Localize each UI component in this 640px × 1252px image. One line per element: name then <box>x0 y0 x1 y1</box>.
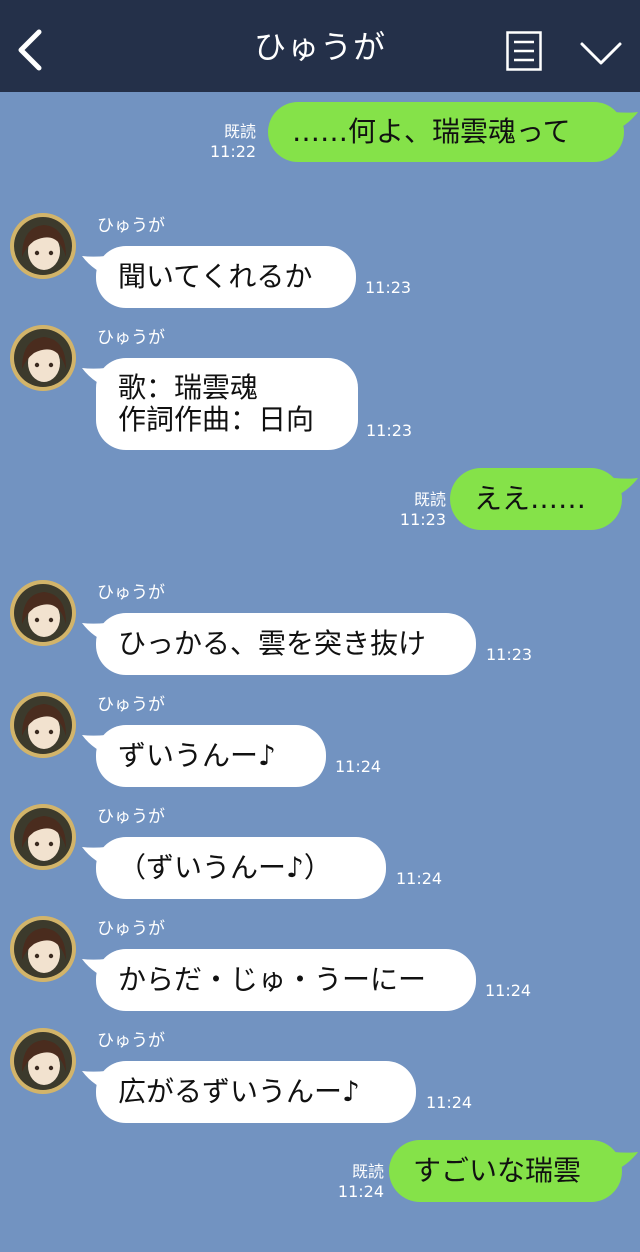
message-text-line: 作詞作曲：日向 <box>118 403 315 436</box>
message-bubble-received[interactable]: 聞いてくれるか <box>96 246 356 308</box>
message-bubble-received[interactable]: 歌：瑞雲魂 作詞作曲：日向 <box>96 358 358 450</box>
message-text: からだ・じゅ・うーにー <box>118 963 427 996</box>
message-time: 11:24 <box>335 757 382 776</box>
menu-button[interactable] <box>506 31 542 71</box>
message-time: 11:23 <box>366 421 413 440</box>
sender-name: ひゅうが <box>97 695 165 715</box>
chevron-left-icon <box>18 29 42 71</box>
chat-title: ひゅうが <box>253 28 386 66</box>
message-text: ひっかる、雲を突き抜け <box>118 627 427 660</box>
sender-name: ひゅうが <box>97 919 165 939</box>
message-text: ええ…… <box>474 482 587 515</box>
message-bubble-sent[interactable]: すごいな瑞雲 <box>389 1140 622 1202</box>
message-time: 11:24 <box>426 1093 473 1112</box>
message-bubble-received[interactable]: 広がるずいうんー♪ <box>96 1061 416 1123</box>
message-text: 広がるずいうんー♪ <box>118 1075 360 1108</box>
avatar[interactable] <box>10 692 76 758</box>
sender-name: ひゅうが <box>97 216 165 236</box>
sender-name: ひゅうが <box>97 328 165 348</box>
message-bubble-received[interactable]: ずいうんー♪ <box>96 725 326 787</box>
message-text: 聞いてくれるか <box>118 260 313 293</box>
message-bubble-sent[interactable]: ええ…… <box>450 468 622 530</box>
sender-name: ひゅうが <box>97 807 165 827</box>
message-bubble-received[interactable]: からだ・じゅ・うーにー <box>96 949 476 1011</box>
message-text: すごいな瑞雲 <box>413 1154 582 1187</box>
message-time: 11:24 <box>396 869 443 888</box>
message-bubble-received[interactable]: ひっかる、雲を突き抜け <box>96 613 476 675</box>
message-text-line: 歌：瑞雲魂 <box>118 371 259 404</box>
chevron-down-icon <box>580 42 622 65</box>
chat-header: ひゅうが <box>0 0 640 92</box>
message-bubble-received[interactable]: （ずいうんー♪） <box>96 837 386 899</box>
avatar[interactable] <box>10 580 76 646</box>
avatar[interactable] <box>10 804 76 870</box>
sender-name: ひゅうが <box>97 1031 165 1051</box>
sender-name: ひゅうが <box>97 583 165 603</box>
avatar[interactable] <box>10 325 76 391</box>
collapse-button[interactable] <box>578 36 624 70</box>
message-time: 11:23 <box>365 278 412 297</box>
message-text: ……何よ、瑞雲魂って <box>292 115 571 148</box>
menu-list-icon <box>506 31 542 71</box>
avatar[interactable] <box>10 1028 76 1094</box>
read-receipt: 既読 11:23 <box>399 490 446 529</box>
message-bubble-sent[interactable]: ……何よ、瑞雲魂って <box>268 102 624 162</box>
message-time: 11:24 <box>485 981 532 1000</box>
read-receipt: 既読 11:22 <box>210 122 257 161</box>
message-text: （ずいうんー♪） <box>118 851 332 884</box>
message-time: 11:23 <box>486 645 533 664</box>
avatar[interactable] <box>10 916 76 982</box>
message-text: ずいうんー♪ <box>118 739 276 772</box>
back-button[interactable] <box>8 22 52 78</box>
read-receipt: 既読 11:24 <box>337 1162 384 1201</box>
avatar[interactable] <box>10 213 76 279</box>
